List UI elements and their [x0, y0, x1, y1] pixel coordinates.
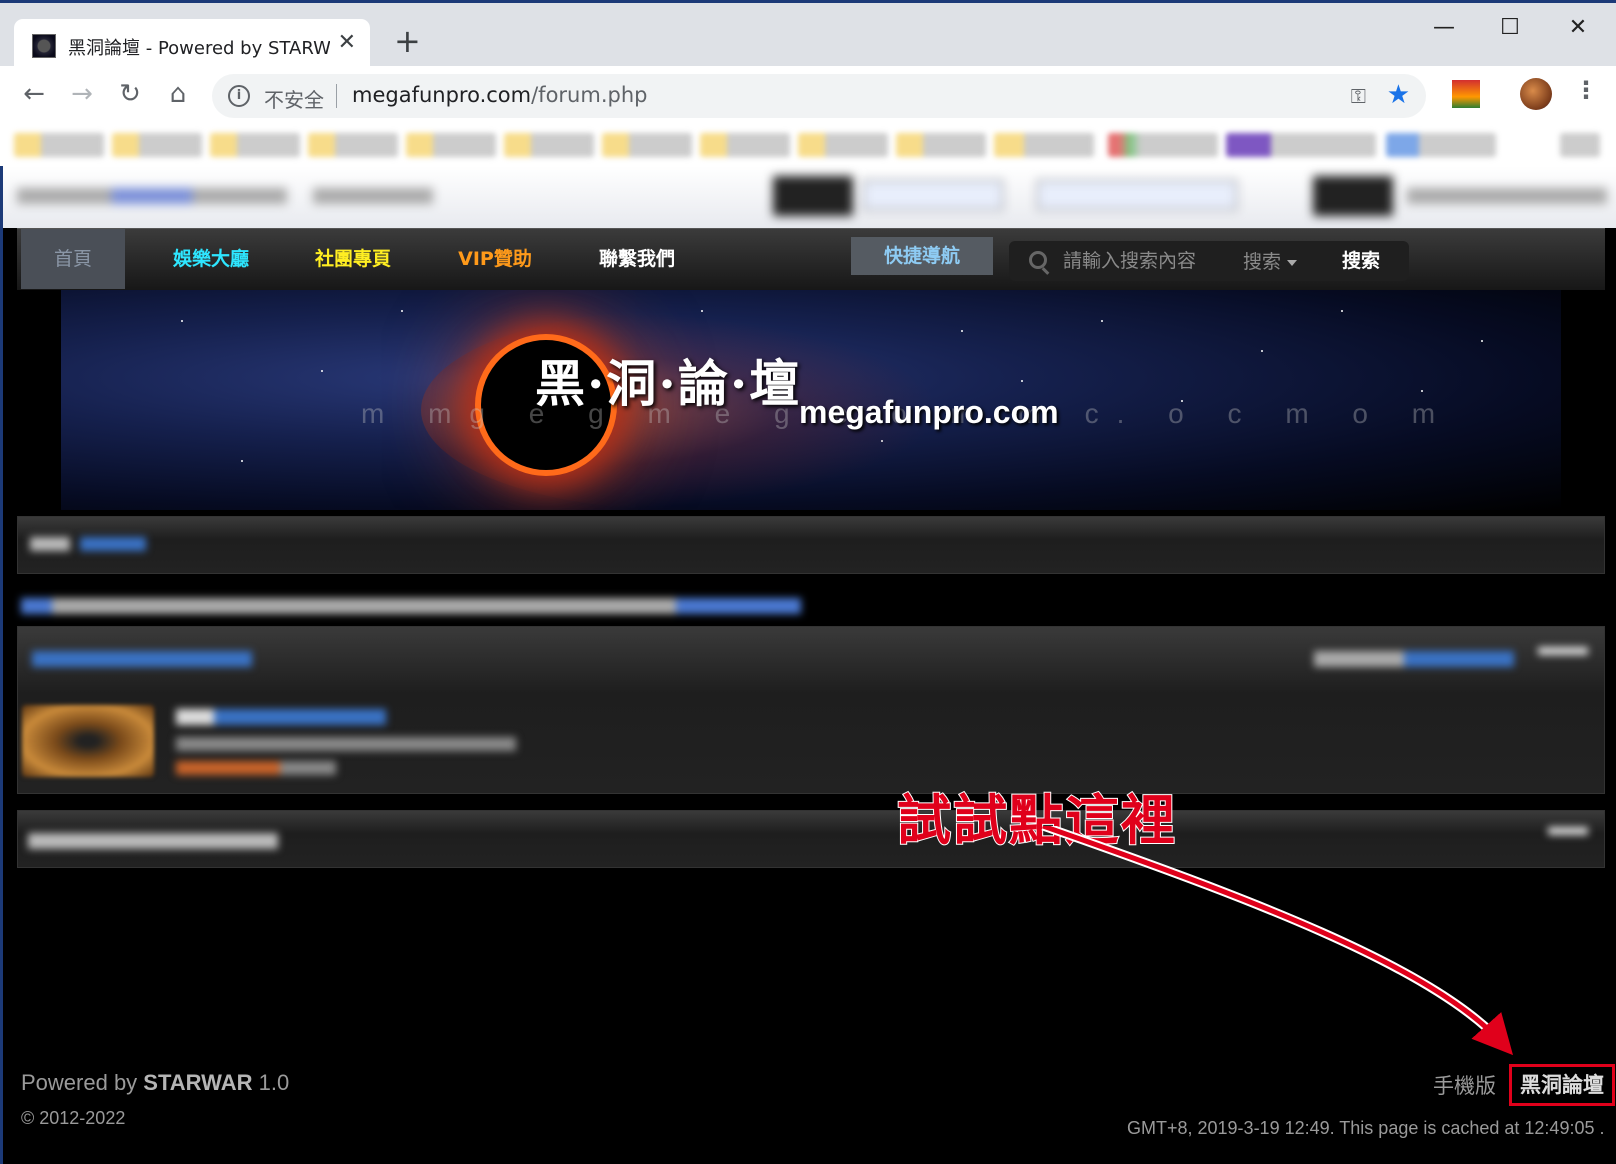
collapse-icon[interactable]: [1538, 647, 1588, 655]
bookmark-item[interactable]: [798, 133, 888, 157]
password-field[interactable]: [1037, 180, 1237, 210]
search-type-label: 搜索: [1243, 251, 1282, 273]
category-title[interactable]: [32, 651, 252, 667]
site-topbar: [3, 166, 1616, 228]
quick-nav-button[interactable]: 快捷導航: [851, 237, 993, 275]
breadcrumb-home[interactable]: [30, 537, 70, 551]
bookmark-star-icon[interactable]: ★: [1387, 80, 1410, 110]
url-path: /forum.php: [531, 83, 648, 107]
bookmarks-bar: [0, 126, 1616, 166]
site-banner: m mg e g m e g c.o m m c. o c m o m 黑·洞·…: [61, 290, 1561, 510]
reload-icon[interactable]: ↻: [112, 76, 148, 112]
bookmark-item[interactable]: [896, 133, 986, 157]
forum-description: [176, 737, 516, 751]
search-bar: 搜索 搜索: [1009, 241, 1409, 281]
bookmark-item[interactable]: [112, 133, 202, 157]
topbar-link[interactable]: [313, 188, 433, 204]
forum-moderators[interactable]: [176, 761, 336, 775]
new-tab-icon[interactable]: +: [394, 25, 421, 57]
nav-community[interactable]: 社團專頁: [283, 229, 423, 289]
online-members-title: [28, 833, 278, 849]
url-host: megafunpro.com: [352, 83, 532, 107]
key-icon[interactable]: ⚿: [1351, 84, 1366, 108]
bookmark-item[interactable]: [14, 133, 104, 157]
bookmark-item[interactable]: [210, 133, 300, 157]
chevron-down-icon: [1287, 259, 1298, 266]
forum-thumbnail[interactable]: [22, 705, 154, 777]
forum-page: 首頁 娛樂大廳 社團專頁 VIP贊助 聯繫我們 快捷導航 搜索 搜索 m mg …: [0, 166, 1616, 1164]
bookmark-item[interactable]: [994, 133, 1094, 157]
insecure-label: 不安全: [264, 88, 324, 112]
register-link[interactable]: [1407, 188, 1607, 204]
extension-icon[interactable]: [1452, 80, 1480, 108]
bookmark-overflow[interactable]: [1560, 133, 1600, 157]
bookmark-item[interactable]: [308, 133, 398, 157]
browser-toolbar: ← → ↻ ⌂ i 不安全 megafunpro.com/forum.php ⚿…: [0, 66, 1616, 126]
bookmark-item[interactable]: [406, 133, 496, 157]
window-close-icon[interactable]: ✕: [1548, 15, 1608, 40]
login-button[interactable]: [1313, 176, 1393, 216]
nav-home[interactable]: 首頁: [21, 229, 125, 289]
address-bar[interactable]: i 不安全 megafunpro.com/forum.php ⚿ ★: [212, 74, 1426, 118]
topbar-links[interactable]: [17, 188, 287, 204]
site-info-icon[interactable]: i: [228, 85, 250, 107]
login-label: [773, 176, 853, 216]
search-input[interactable]: [1063, 247, 1223, 275]
bookmark-item[interactable]: [504, 133, 594, 157]
banner-site-url: megafunpro.com: [799, 394, 1059, 430]
nav-entertainment[interactable]: 娛樂大廳: [141, 229, 281, 289]
forward-icon[interactable]: →: [64, 76, 100, 112]
browser-tab-strip: 黑洞論壇 - Powered by STARW ✕ + — ☐ ✕: [0, 0, 1616, 73]
notice-line: [21, 598, 801, 614]
bookmark-item[interactable]: [602, 133, 692, 157]
bookmark-item[interactable]: [1108, 133, 1218, 157]
url-text[interactable]: megafunpro.com/forum.php: [352, 83, 647, 107]
breadcrumb-link[interactable]: [80, 537, 146, 551]
bookmark-item[interactable]: [700, 133, 790, 157]
breadcrumb-panel: [17, 516, 1605, 574]
bookmark-item[interactable]: [1226, 133, 1376, 157]
footer-left: Powered by STARWAR 1.0 © 2012-2022: [21, 1070, 289, 1129]
bookmark-item[interactable]: [1386, 133, 1496, 157]
footer-timestamp: GMT+8, 2019-3-19 12:49. This page is cac…: [1127, 1118, 1605, 1138]
search-type-dropdown[interactable]: 搜索: [1243, 247, 1298, 274]
powered-version: 1.0: [252, 1070, 290, 1095]
close-tab-icon[interactable]: ✕: [338, 30, 356, 55]
main-nav: 首頁 娛樂大廳 社團專頁 VIP贊助 聯繫我們 快捷導航 搜索 搜索: [17, 228, 1605, 290]
footer-powered: Powered by STARWAR 1.0: [21, 1070, 289, 1096]
forum-home-link[interactable]: 黑洞論壇: [1509, 1064, 1615, 1106]
home-icon[interactable]: ⌂: [160, 76, 196, 112]
profile-avatar[interactable]: [1520, 78, 1552, 110]
mobile-version-link[interactable]: 手機版: [1433, 1070, 1496, 1100]
minimize-icon[interactable]: —: [1414, 15, 1474, 40]
search-button[interactable]: 搜索: [1321, 245, 1401, 277]
nav-vip[interactable]: VIP贊助: [425, 229, 565, 289]
forum-category-panel: [17, 626, 1605, 794]
powered-prefix: Powered by: [21, 1070, 144, 1095]
address-separator: [336, 84, 337, 108]
nav-contact[interactable]: 聯繫我們: [567, 229, 707, 289]
annotation-arrow-icon: [1041, 826, 1514, 1056]
banner-title: 黑·洞·論·壇: [535, 354, 802, 413]
powered-brand[interactable]: STARWAR: [143, 1070, 252, 1095]
footer-copyright: © 2012-2022: [21, 1108, 126, 1128]
search-icon: [1029, 251, 1047, 269]
browser-menu-icon[interactable]: ⋮: [1574, 76, 1598, 104]
forum-name[interactable]: [176, 709, 386, 725]
maximize-icon[interactable]: ☐: [1480, 15, 1540, 40]
browser-tab[interactable]: 黑洞論壇 - Powered by STARW ✕: [14, 19, 370, 73]
tab-title: 黑洞論壇 - Powered by STARW: [68, 38, 330, 59]
back-icon[interactable]: ←: [16, 76, 52, 112]
site-favicon-icon: [32, 34, 56, 58]
category-moderator[interactable]: [1314, 651, 1514, 667]
username-field[interactable]: [863, 180, 1003, 210]
